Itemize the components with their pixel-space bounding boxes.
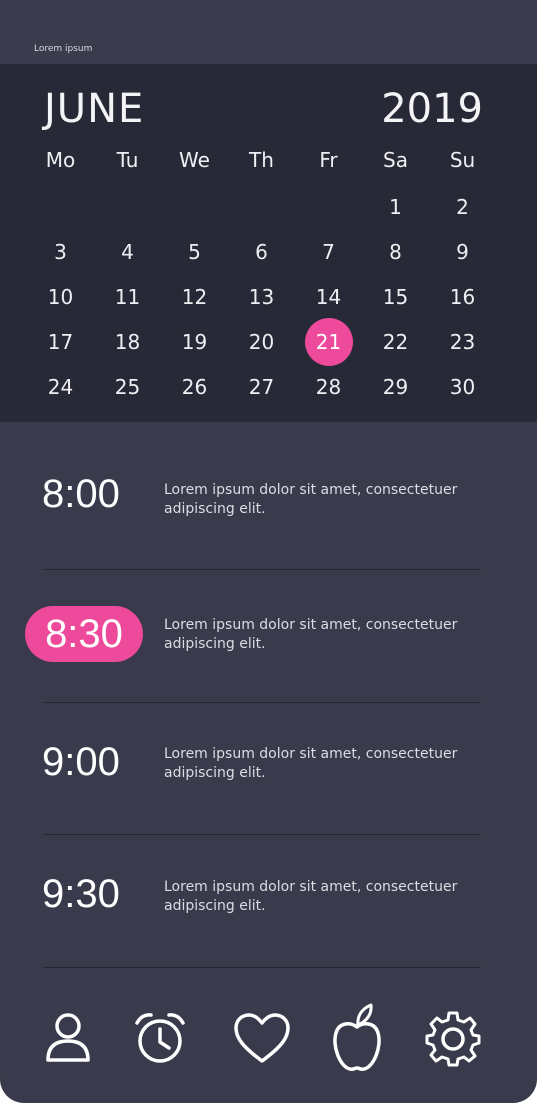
calendar-day-number: 27 (248, 374, 275, 399)
calendar-day-number: 25 (114, 374, 141, 399)
slot-description: Lorem ipsum dolor sit amet, consectetuer… (164, 617, 458, 652)
calendar-day-number: 13 (248, 284, 275, 309)
calendar-day[interactable]: 9 (429, 229, 496, 274)
calendar-month: JUNE (44, 86, 145, 132)
calendar-day-number: 12 (181, 284, 208, 309)
calendar-day-number: 18 (114, 329, 141, 354)
person-icon (46, 1013, 90, 1062)
weekday-label: Th (249, 148, 274, 172)
status-bar: Lorem ipsum (0, 0, 537, 64)
calendar-day-number: 7 (322, 239, 335, 264)
slot-description: Lorem ipsum dolor sit amet, consectetuer… (164, 746, 458, 781)
calendar-day[interactable]: 25 (94, 364, 161, 409)
slot-divider (43, 702, 481, 703)
weekday-label: Fr (319, 148, 338, 172)
calendar-day-number: 9 (456, 239, 469, 264)
calendar-day-number: 4 (121, 239, 134, 264)
calendar-day[interactable]: 11 (94, 274, 161, 319)
weekday-label: Mo (45, 148, 76, 172)
alarm-clock-icon (135, 1013, 185, 1063)
nav-settings[interactable] (411, 996, 495, 1080)
calendar-day-number: 28 (315, 374, 342, 399)
calendar-day[interactable]: 3 (27, 229, 94, 274)
calendar-day-number: 26 (181, 374, 208, 399)
calendar-day[interactable]: 23 (429, 319, 496, 364)
calendar-days-grid: 1 2 3 4 5 6 7 8 9 10 11 12 13 14 15 16 17 18 19 20 21 22 23 24 2… (27, 184, 497, 409)
nav-profile[interactable] (26, 996, 110, 1080)
calendar-day[interactable]: 2 (429, 184, 496, 229)
calendar-day[interactable]: 26 (161, 364, 228, 409)
calendar-day-number: 15 (382, 284, 409, 309)
calendar-day[interactable]: 22 (362, 319, 429, 364)
gear-icon (425, 1011, 481, 1067)
calendar-day-number: 29 (382, 374, 409, 399)
status-text: Lorem ipsum (34, 44, 93, 54)
calendar-day[interactable]: 30 (429, 364, 496, 409)
calendar-day[interactable]: 24 (27, 364, 94, 409)
calendar-day-number: 2 (456, 194, 469, 219)
slot-time-active: 8:30 (25, 606, 143, 662)
app-screen: Lorem ipsum JUNE 2019 Mo Tu We Th Fr Sa … (0, 0, 537, 1103)
calendar-day[interactable]: 17 (27, 319, 94, 364)
calendar-day[interactable]: 1 (362, 184, 429, 229)
slot-time: 9:00 (42, 740, 120, 784)
calendar-day-selected[interactable]: 21 (295, 317, 362, 366)
nav-nutrition[interactable] (315, 996, 399, 1080)
schedule-slot[interactable]: 9:30 Lorem ipsum dolor sit amet, consecte… (0, 422, 537, 968)
calendar-day-number: 30 (449, 374, 476, 399)
calendar-day-number: 23 (449, 329, 476, 354)
calendar-day-number: 17 (47, 329, 74, 354)
calendar-day[interactable]: 5 (161, 229, 228, 274)
nav-alarm[interactable] (118, 996, 202, 1080)
calendar-day-number: 6 (255, 239, 268, 264)
calendar-day[interactable]: 20 (228, 319, 295, 364)
calendar-day-number: 19 (181, 329, 208, 354)
calendar-day[interactable]: 6 (228, 229, 295, 274)
calendar-day-number: 20 (248, 329, 275, 354)
calendar-day-number: 8 (389, 239, 402, 264)
slot-description: Lorem ipsum dolor sit amet, consectetuer… (164, 879, 458, 914)
calendar-day[interactable]: 18 (94, 319, 161, 364)
nav-favorites[interactable] (220, 996, 304, 1080)
calendar-day[interactable]: 13 (228, 274, 295, 319)
calendar-day-number: 1 (389, 194, 402, 219)
calendar-day-number: 21 (304, 317, 353, 366)
calendar-day-number: 16 (449, 284, 476, 309)
calendar-day[interactable]: 14 (295, 274, 362, 319)
calendar-day[interactable]: 8 (362, 229, 429, 274)
calendar-day[interactable]: 7 (295, 229, 362, 274)
heart-icon (234, 1013, 290, 1063)
calendar-day[interactable]: 28 (295, 364, 362, 409)
calendar-day[interactable]: 4 (94, 229, 161, 274)
calendar-day[interactable]: 19 (161, 319, 228, 364)
weekday-label: Sa (383, 148, 408, 172)
weekday-label: We (179, 148, 210, 172)
calendar-day-number: 10 (47, 284, 74, 309)
calendar-day[interactable]: 16 (429, 274, 496, 319)
slot-divider (43, 569, 481, 570)
calendar-year: 2019 (381, 86, 483, 132)
slot-time: 9:30 (42, 872, 120, 916)
apple-icon (333, 1003, 381, 1072)
calendar-day-number: 3 (54, 239, 67, 264)
weekday-header: Mo Tu We Th Fr Sa Su (27, 148, 497, 172)
slot-divider (43, 967, 481, 968)
calendar-day[interactable]: 10 (27, 274, 94, 319)
calendar: JUNE 2019 Mo Tu We Th Fr Sa Su 123456789… (0, 64, 537, 422)
calendar-day-number: 14 (315, 284, 342, 309)
calendar-day-number: 5 (188, 239, 201, 264)
weekday-label: Tu (116, 148, 139, 172)
weekday-label: Su (449, 148, 476, 172)
calendar-day[interactable]: 29 (362, 364, 429, 409)
slot-divider (43, 834, 481, 835)
calendar-day[interactable]: 15 (362, 274, 429, 319)
calendar-day[interactable]: 27 (228, 364, 295, 409)
calendar-day[interactable]: 12 (161, 274, 228, 319)
calendar-day-number: 11 (114, 284, 141, 309)
calendar-day-number: 22 (382, 329, 409, 354)
bottom-nav (0, 990, 537, 1090)
calendar-day-number: 24 (47, 374, 74, 399)
